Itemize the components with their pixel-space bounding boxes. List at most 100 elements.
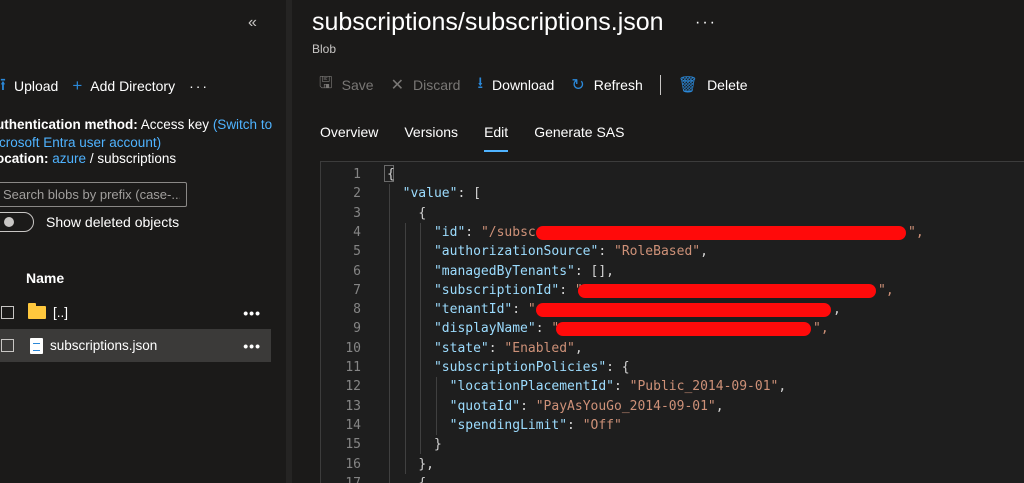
- upload-button[interactable]: ⭱ Upload: [0, 72, 58, 101]
- editor-line[interactable]: 15}: [321, 435, 1024, 454]
- line-number: 16: [345, 456, 361, 472]
- panel-splitter[interactable]: [286, 0, 292, 483]
- file-icon: [30, 337, 43, 354]
- tab-generate-sas[interactable]: Generate SAS: [534, 124, 624, 152]
- line-number: 6: [353, 263, 361, 279]
- location-breadcrumb: ocation: azure / subscriptions: [0, 151, 177, 166]
- editor-line[interactable]: 6 "managedByTenants": [],: [321, 262, 1024, 281]
- editor-line[interactable]: 3{: [321, 204, 1024, 223]
- redaction-mark: [578, 283, 876, 298]
- page-title: subscriptions/subscriptions.json: [312, 8, 664, 36]
- line-number: 3: [353, 205, 361, 221]
- save-icon: 🖫: [319, 74, 333, 92]
- editor-line[interactable]: 11 "subscriptionPolicies": {: [321, 358, 1024, 377]
- trash-icon: 🗑: [677, 77, 699, 94]
- indent-guide: [389, 184, 390, 483]
- page-subtitle: Blob: [312, 42, 337, 56]
- editor-line[interactable]: 12 "locationPlacementId": "Public_2014-09…: [321, 377, 1024, 396]
- editor-line[interactable]: 13 "quotaId": "PayAsYouGo_2014-09-01",: [321, 397, 1024, 416]
- folder-icon: [28, 303, 46, 319]
- toolbar-separator: [659, 75, 661, 95]
- editor-line[interactable]: 10 "state": "Enabled",: [321, 339, 1024, 358]
- editor-line[interactable]: 1{: [321, 165, 1024, 184]
- plus-icon: +: [72, 76, 83, 95]
- explorer-toolbar: ⭱ Upload + Add Directory ···: [0, 75, 209, 97]
- show-deleted-toggle[interactable]: [0, 212, 34, 232]
- line-code: "state": "Enabled",: [433, 340, 583, 356]
- row-checkbox[interactable]: [1, 339, 14, 352]
- line-code: "quotaId": "PayAsYouGo_2014-09-01",: [449, 398, 724, 414]
- row-more-button[interactable]: •••: [243, 305, 261, 321]
- row-checkbox[interactable]: [1, 306, 14, 319]
- location-link-azure[interactable]: azure: [52, 151, 86, 166]
- line-number: 17: [321, 474, 361, 483]
- more-actions-button[interactable]: ···: [189, 78, 209, 94]
- authentication-method: uthentication method: Access key (Switch…: [0, 116, 286, 152]
- line-suffix: ,: [833, 302, 841, 318]
- line-code: "subscriptionPolicies": {: [433, 360, 630, 375]
- explorer-panel: « ⭱ Upload + Add Directory ··· uthentica…: [0, 0, 282, 483]
- show-deleted-toggle-row: Show deleted objects: [0, 212, 179, 232]
- download-button[interactable]: ⭳ Download: [477, 72, 554, 99]
- editor-line[interactable]: 14 "spendingLimit": "Off": [321, 416, 1024, 435]
- line-number: 9: [353, 321, 361, 337]
- discard-button[interactable]: ✕ Discard: [391, 75, 461, 95]
- line-code: {: [418, 205, 427, 221]
- line-number: 14: [345, 417, 361, 433]
- indent-guide: [404, 222, 406, 474]
- name-column-header[interactable]: Name: [26, 270, 64, 286]
- line-number: 15: [345, 437, 361, 453]
- close-icon: ✕: [390, 77, 404, 94]
- blob-toolbar: 🖫 Save ✕ Discard ⭳ Download ↻ Refresh 🗑 …: [319, 74, 765, 96]
- tab-versions[interactable]: Versions: [404, 124, 458, 152]
- list-item[interactable]: [..] •••: [0, 296, 271, 329]
- redaction-mark: [536, 225, 906, 240]
- line-suffix: ",: [908, 224, 924, 240]
- editor-line[interactable]: 17 {: [321, 474, 1024, 483]
- line-code: "tenantId": ": [433, 302, 536, 318]
- list-item[interactable]: subscriptions.json •••: [0, 329, 271, 362]
- title-more-button[interactable]: ···: [695, 14, 717, 32]
- line-number: 10: [345, 340, 361, 356]
- editor-line[interactable]: 2 "value": [: [321, 184, 1024, 203]
- redaction-mark: [536, 303, 831, 318]
- refresh-icon: ↻: [571, 77, 585, 94]
- line-code: "displayName": ": [433, 321, 559, 337]
- row-more-button[interactable]: •••: [243, 338, 261, 354]
- line-suffix: ",: [813, 321, 829, 337]
- line-number: 8: [353, 302, 361, 318]
- line-number: 1: [353, 167, 361, 182]
- refresh-button[interactable]: ↻ Refresh: [571, 75, 642, 95]
- indent-guide: [435, 377, 437, 436]
- line-code: "managedByTenants": [],: [433, 263, 614, 279]
- search-blobs-input[interactable]: [0, 182, 187, 207]
- download-icon: ⭳: [477, 74, 484, 92]
- tab-edit[interactable]: Edit: [484, 124, 509, 152]
- line-suffix: ",: [878, 282, 894, 298]
- line-number: 2: [353, 186, 361, 202]
- line-code: "value": [: [402, 186, 481, 202]
- line-code: "authorizationSource": "RoleBased",: [433, 244, 708, 260]
- line-number: 5: [353, 244, 361, 260]
- line-code: }: [433, 437, 442, 453]
- line-code: "subscriptionId": ": [433, 282, 583, 298]
- line-code: {: [387, 167, 395, 182]
- line-number: 4: [353, 224, 361, 240]
- line-code: },: [418, 456, 434, 472]
- editor-line[interactable]: 16},: [321, 455, 1024, 474]
- line-number: 11: [345, 360, 361, 375]
- line-number: 7: [353, 282, 361, 298]
- code-editor[interactable]: 1{2"value": [3{4"id": "/subscriptions/",…: [320, 161, 1024, 483]
- editor-line[interactable]: 5 "authorizationSource": "RoleBased",: [321, 242, 1024, 261]
- indent-guide: [420, 222, 422, 455]
- line-number: 13: [345, 398, 361, 414]
- upload-icon: ⭱: [0, 74, 6, 94]
- collapse-panel-icon[interactable]: «: [248, 14, 257, 32]
- redaction-mark: [556, 322, 811, 337]
- blob-tabs: Overview Versions Edit Generate SAS: [320, 124, 650, 152]
- line-code: "spendingLimit": "Off": [449, 417, 622, 433]
- save-button[interactable]: 🖫 Save: [319, 72, 374, 99]
- add-directory-button[interactable]: + Add Directory: [72, 76, 175, 96]
- tab-overview[interactable]: Overview: [320, 124, 378, 152]
- delete-button[interactable]: 🗑 Delete: [678, 75, 748, 95]
